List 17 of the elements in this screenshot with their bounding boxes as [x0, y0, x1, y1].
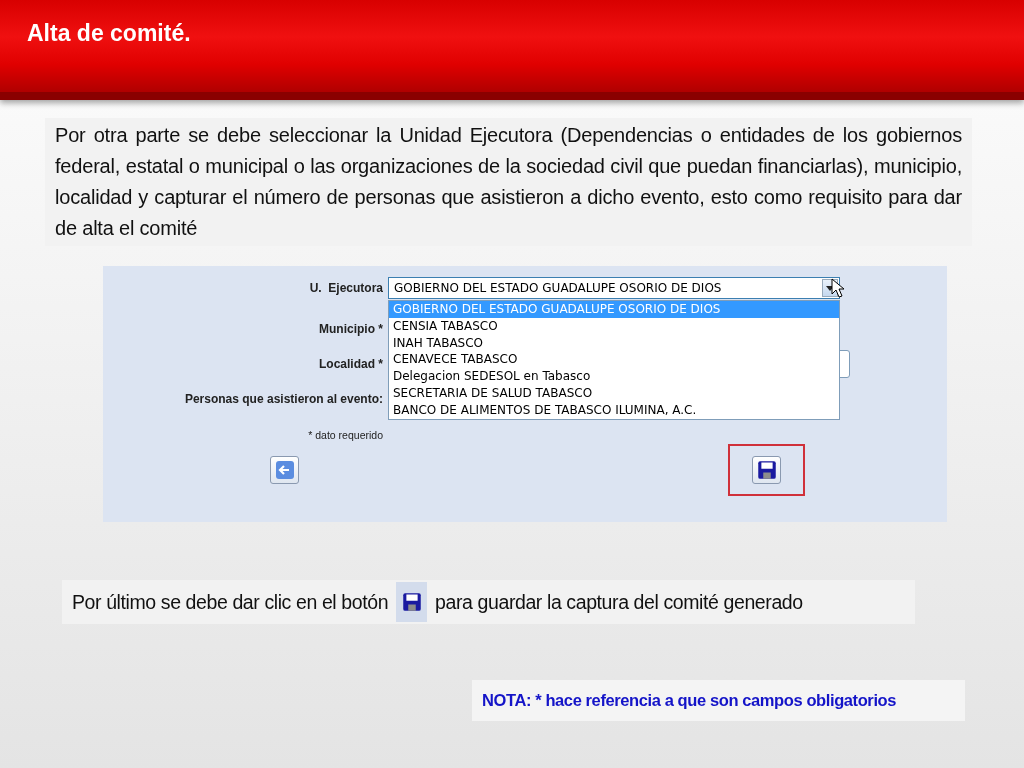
instruction-text: para guardar la captura del comité generado [435, 590, 803, 614]
select-field[interactable]: GOBIERNO DEL ESTADO GUADALUPE OSORIO DE DIOS [388, 277, 840, 299]
save-button[interactable] [752, 456, 781, 484]
save-icon [756, 460, 777, 480]
field-label: Personas que asistieron al evento: [184, 392, 383, 406]
intro-paragraph: Por otra parte se debe seleccionar la Unidad Ejecutora (Dependencias o entidades de los gobiernos federal, estatal o municipal o las organizaciones de la sociedad civil que puedan financiarlas), municipio, localidad y capturar el número de personas que asistieron a dicho evento, esto como requisito para dar de alta el comité [45, 118, 972, 246]
back-button[interactable] [270, 456, 299, 484]
save-icon [401, 592, 422, 612]
required-note: * dato requerido [308, 429, 383, 441]
instruction-text: Por último se debe dar clic en el botón [72, 590, 389, 614]
field-label: U. Ejecutora [309, 281, 383, 295]
field-label: Municipio * [319, 322, 383, 336]
field-label: Localidad * [319, 357, 383, 371]
note-text: NOTA: * hace referencia a que son campos obligatorios [482, 691, 897, 710]
select-value: GOBIERNO DEL ESTADO GUADALUPE OSORIO DE DIOS [394, 281, 722, 295]
slide-title: Alta de comité. [27, 20, 191, 47]
cursor-icon [831, 278, 845, 298]
